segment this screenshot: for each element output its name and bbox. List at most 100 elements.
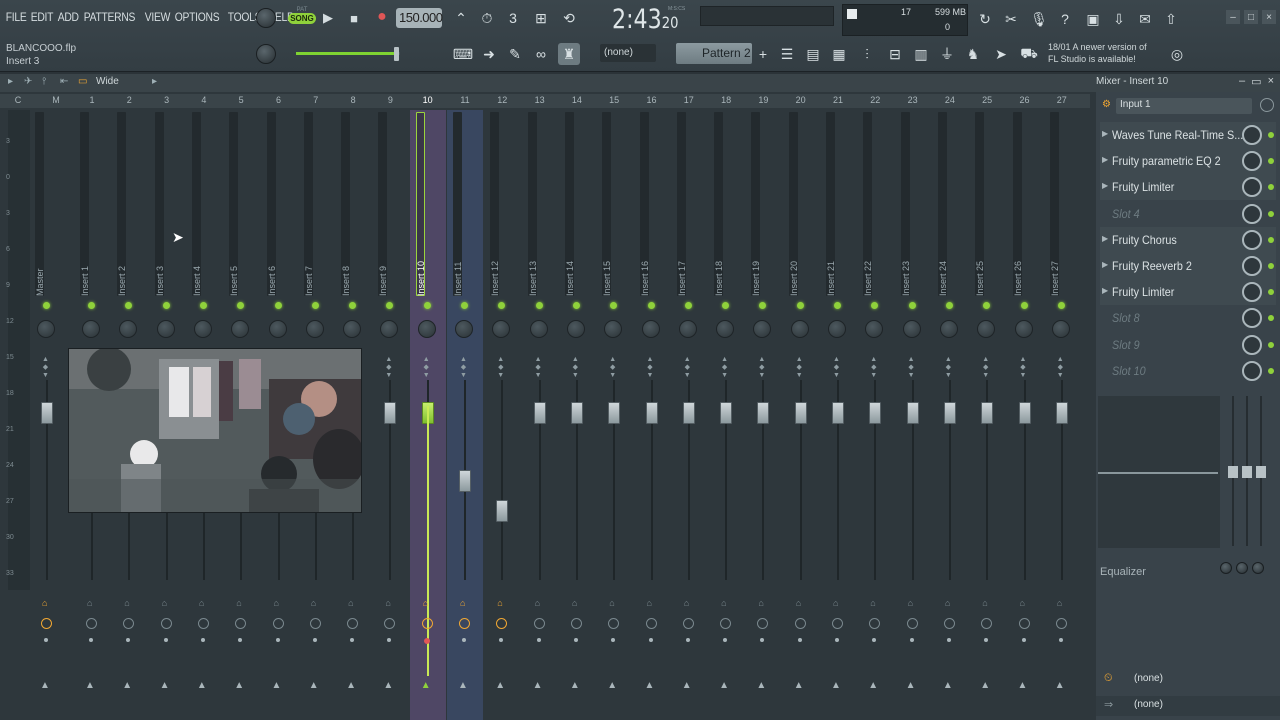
- ruler-number[interactable]: 14: [567, 95, 587, 105]
- route-icon[interactable]: ⌂: [684, 598, 689, 608]
- ruler-number[interactable]: 27: [1052, 95, 1072, 105]
- pan-knob[interactable]: [455, 320, 473, 338]
- record-arm-dot[interactable]: [1058, 638, 1063, 642]
- effect-slot[interactable]: ▶ Fruity Reeverb 2: [1100, 253, 1276, 279]
- effect-slot[interactable]: Slot 9: [1100, 332, 1276, 358]
- volume-fader[interactable]: [943, 402, 956, 424]
- slot-mix-knob[interactable]: [1242, 282, 1262, 303]
- stereo-arrows-icon[interactable]: ▲◆▼: [721, 356, 728, 380]
- mute-led[interactable]: [498, 302, 506, 309]
- route-icon[interactable]: ⌂: [908, 598, 913, 608]
- stereo-arrows-icon[interactable]: ▲◆▼: [796, 356, 803, 380]
- update-news[interactable]: 18/01 A newer version of FL Studio is av…: [1048, 41, 1147, 65]
- send-arrow-icon[interactable]: ▲: [906, 680, 916, 691]
- send-arrow-icon[interactable]: ▲: [831, 680, 841, 691]
- fx-status-icon[interactable]: [906, 618, 918, 629]
- route-icon[interactable]: ⌂: [796, 598, 801, 608]
- mute-led[interactable]: [759, 302, 767, 309]
- slot-play-icon[interactable]: ▶: [1102, 286, 1108, 295]
- slot-enable-led[interactable]: [1268, 367, 1274, 374]
- channel-rack-button[interactable]: ▦: [828, 43, 850, 65]
- record-arm-dot[interactable]: [797, 638, 802, 642]
- mixer-strip[interactable]: Insert 17 ▲ ◆ ▼ ⌂ ▲: [671, 110, 707, 720]
- record-arm-dot[interactable]: [423, 638, 430, 644]
- record-button[interactable]: ●: [370, 6, 394, 28]
- route-icon[interactable]: ⌂: [87, 598, 92, 608]
- minimize-icon[interactable]: –: [1226, 10, 1240, 24]
- route-icon[interactable]: ⌂: [497, 598, 502, 608]
- mute-led[interactable]: [983, 302, 991, 309]
- menu-add[interactable]: ADD: [56, 8, 80, 26]
- tempo-display[interactable]: 150.000: [396, 8, 443, 28]
- send-arrow-icon[interactable]: ▲: [458, 680, 468, 691]
- volume-fader[interactable]: [720, 402, 733, 424]
- send-arrow-icon[interactable]: ▲: [122, 680, 132, 691]
- route-icon[interactable]: ⌂: [311, 598, 316, 608]
- microphone-button[interactable]: 🎙: [1028, 8, 1050, 30]
- slot-mix-knob[interactable]: [1242, 360, 1262, 381]
- volume-fader[interactable]: [496, 500, 509, 522]
- stereo-arrows-icon[interactable]: ▲◆▼: [423, 356, 430, 380]
- slot-play-icon[interactable]: ▶: [1102, 155, 1108, 164]
- mute-led[interactable]: [349, 302, 357, 309]
- mute-led[interactable]: [722, 302, 730, 309]
- mute-led[interactable]: [535, 302, 543, 309]
- ruler-number[interactable]: 16: [642, 95, 662, 105]
- send-arrow-icon[interactable]: ▲: [40, 680, 50, 691]
- stereo-arrows-icon[interactable]: ▲◆▼: [758, 356, 765, 380]
- ruler-number[interactable]: 23: [903, 95, 923, 105]
- ruler-number[interactable]: M: [46, 95, 66, 105]
- mute-led[interactable]: [88, 302, 95, 309]
- maximize-icon[interactable]: □: [1244, 10, 1258, 24]
- fx-status-icon[interactable]: [869, 618, 881, 629]
- pattern-preset-select[interactable]: (none): [600, 44, 656, 62]
- slot-play-icon[interactable]: ▶: [1102, 234, 1108, 243]
- ruler-number[interactable]: 13: [530, 95, 550, 105]
- mute-led[interactable]: [1057, 302, 1065, 309]
- stereo-arrows-icon[interactable]: ▲◆▼: [1020, 356, 1027, 380]
- wait-input-button[interactable]: ⏱: [476, 7, 498, 29]
- stereo-arrows-icon[interactable]: ▲◆▼: [497, 356, 504, 380]
- mixer-view-mode[interactable]: Wide: [96, 76, 119, 87]
- master-volume-knob[interactable]: [256, 8, 276, 28]
- slot-mix-knob[interactable]: [1242, 151, 1262, 172]
- volume-fader[interactable]: [570, 402, 583, 424]
- link-button[interactable]: ∞: [530, 43, 552, 65]
- shop-button[interactable]: ⛟: [1018, 43, 1040, 65]
- mixer-strip[interactable]: Insert 23 ▲ ◆ ▼ ⌂ ▲: [895, 110, 931, 720]
- mute-led[interactable]: [871, 302, 879, 309]
- eq-mid-fader[interactable]: [1242, 466, 1252, 478]
- route-icon[interactable]: ⌂: [124, 598, 129, 608]
- fx-status-icon[interactable]: [272, 618, 284, 629]
- pan-knob[interactable]: [119, 320, 138, 338]
- mixer-strip[interactable]: Insert 14 ▲ ◆ ▼ ⌂ ▲: [559, 110, 595, 720]
- mixer-route-icon[interactable]: ✈: [24, 76, 32, 87]
- mixer-strip[interactable]: Insert 11 ▲ ◆ ▼ ⌂ ▲: [447, 110, 483, 720]
- send-arrow-icon[interactable]: ▲: [1018, 680, 1028, 691]
- fx-status-icon[interactable]: [533, 618, 545, 629]
- stereo-arrows-icon[interactable]: ▲◆▼: [908, 356, 915, 380]
- stereo-arrows-icon[interactable]: ▲◆▼: [385, 356, 392, 380]
- send-arrow-icon[interactable]: ▲: [868, 680, 878, 691]
- mixer-layout-icon[interactable]: ▭: [78, 76, 87, 87]
- mute-led[interactable]: [43, 302, 50, 309]
- send-arrow-icon[interactable]: ▲: [682, 680, 692, 691]
- pat-song-toggle[interactable]: PAT SONG: [288, 7, 316, 31]
- fx-status-icon[interactable]: [160, 618, 172, 629]
- mixer-strip[interactable]: Insert 21 ▲ ◆ ▼ ⌂ ▲: [820, 110, 856, 720]
- pan-knob[interactable]: [529, 320, 548, 338]
- eq-knob-1[interactable]: [1220, 562, 1232, 574]
- route-icon[interactable]: ⌂: [572, 598, 577, 608]
- send-arrow-icon[interactable]: ▲: [309, 680, 319, 691]
- slot-mix-knob[interactable]: [1242, 203, 1262, 224]
- input-options-icon[interactable]: [1260, 98, 1274, 112]
- slot-play-icon[interactable]: ▶: [1102, 129, 1108, 138]
- mixer-strip[interactable]: Insert 27 ▲ ◆ ▼ ⌂ ▲: [1044, 110, 1080, 720]
- record-arm-dot[interactable]: [984, 638, 989, 642]
- slot-enable-led[interactable]: [1268, 263, 1274, 269]
- pan-knob[interactable]: [156, 320, 175, 338]
- ruler-number[interactable]: 18: [716, 95, 736, 105]
- fx-status-icon[interactable]: [86, 618, 97, 629]
- chat-button[interactable]: ✉: [1134, 8, 1156, 30]
- slot-enable-led[interactable]: [1268, 210, 1274, 217]
